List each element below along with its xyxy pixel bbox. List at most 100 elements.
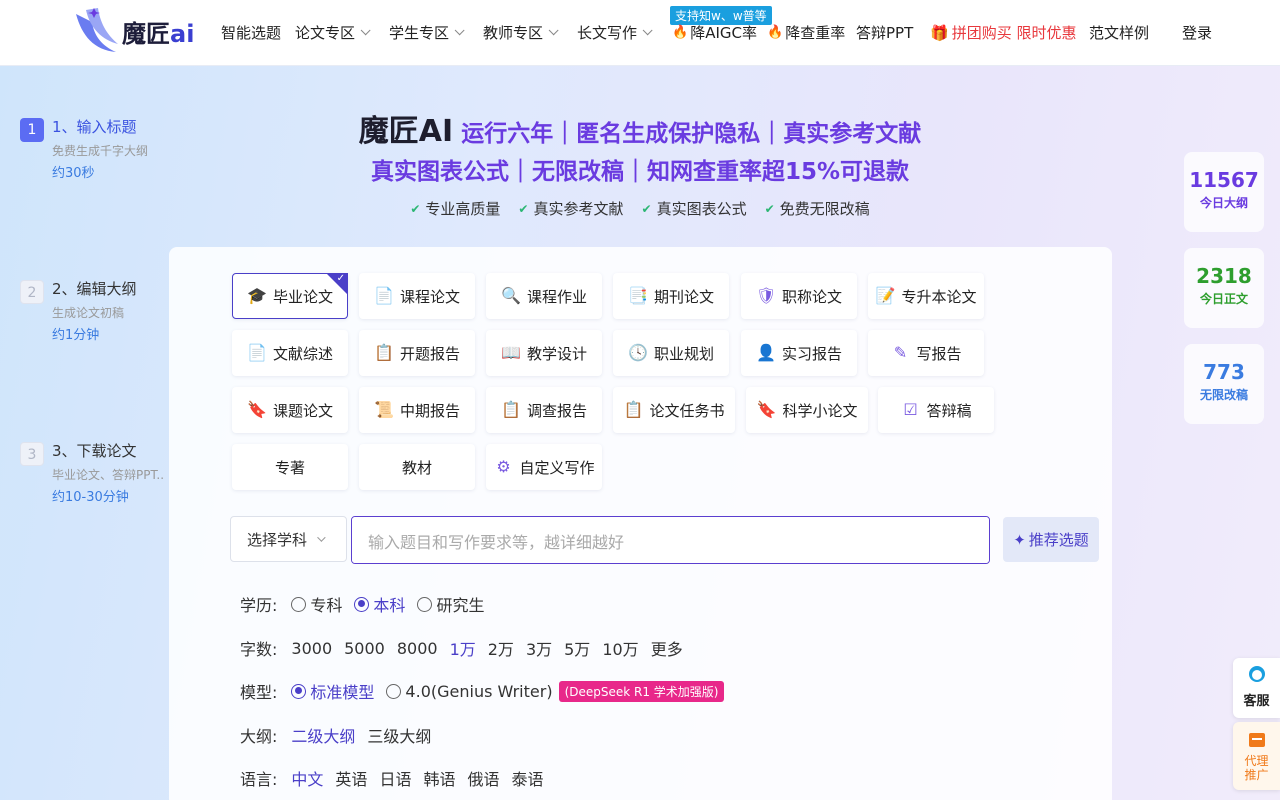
type-button[interactable]: 教材 xyxy=(359,444,475,490)
word-option[interactable]: 5000 xyxy=(344,639,385,658)
nav-reduce-dup[interactable]: 🔥 降查重率 xyxy=(767,22,845,43)
nav-ppt[interactable]: 答辩PPT xyxy=(856,22,913,43)
radio-bachelor[interactable]: 本科 xyxy=(354,592,405,616)
radio-label: 专科 xyxy=(310,596,343,615)
type-label: 自定义写作 xyxy=(519,458,595,477)
type-button[interactable]: 📝 专升本论文 xyxy=(868,273,984,319)
type-label: 期刊论文 xyxy=(653,287,714,306)
subject-select[interactable]: 选择学科 xyxy=(230,516,347,562)
topic-input[interactable] xyxy=(351,516,990,564)
radio-label: 4.0(Genius Writer) xyxy=(405,681,553,701)
write-icon: ✎ xyxy=(893,343,908,362)
nav-samples[interactable]: 范文样例 xyxy=(1089,22,1149,43)
type-button[interactable]: 🔍 课程作业 xyxy=(486,273,602,319)
feature-item: ✔ 真实图表公式 xyxy=(642,198,747,219)
bookmark-icon: 🔖 xyxy=(247,400,267,419)
language-option[interactable]: 俄语 xyxy=(467,766,499,790)
edit-doc-icon: 📝 xyxy=(875,286,896,305)
report-icon: 📋 xyxy=(501,400,521,419)
outline-option[interactable]: 三级大纲 xyxy=(367,723,431,747)
nav-student[interactable]: 学生专区 xyxy=(389,22,465,43)
radio-circle xyxy=(386,683,402,699)
radio-circle xyxy=(291,596,307,612)
type-button[interactable]: 📖 教学设计 xyxy=(486,330,602,376)
type-button[interactable]: 📑 期刊论文 xyxy=(613,273,729,319)
type-label: 写报告 xyxy=(916,344,962,363)
customer-service-label: 客服 xyxy=(1243,694,1270,709)
type-button[interactable]: 📄 课程论文 xyxy=(359,273,475,319)
words-row: 字数: 3000 5000 8000 1万 2万 3万 5万 10万 更多 xyxy=(240,636,695,660)
nav-reduce-aigc[interactable]: 🔥 降AIGC率 xyxy=(672,22,757,43)
nav-teacher[interactable]: 教师专区 xyxy=(483,22,559,43)
nav-label: 学生专区 xyxy=(389,24,450,42)
type-button[interactable]: 👤 实习报告 xyxy=(741,330,857,376)
stat-label: 今日正文 xyxy=(1199,292,1248,306)
magic-wand-icon: ✦ xyxy=(1013,530,1026,549)
flame-icon: 🔥 xyxy=(767,25,784,40)
word-option[interactable]: 8000 xyxy=(397,639,438,658)
word-option[interactable]: 3000 xyxy=(291,639,332,658)
chevron-down-icon xyxy=(317,533,326,542)
nav-thesis[interactable]: 论文专区 xyxy=(295,22,371,43)
type-button[interactable]: 🎓 毕业论文 ✓ xyxy=(232,273,348,319)
nav-label: 登录 xyxy=(1182,24,1213,42)
type-button[interactable]: ✎ 写报告 xyxy=(868,330,984,376)
type-button[interactable]: 📋 开题报告 xyxy=(359,330,475,376)
logo[interactable]: 魔匠ai xyxy=(72,6,194,56)
word-option[interactable]: 5万 xyxy=(564,636,590,660)
step-time: 约1分钟 xyxy=(52,328,100,343)
type-button[interactable]: 🔖 课题论文 xyxy=(232,387,348,433)
step-number: 2 xyxy=(20,280,44,304)
radio-junior-college[interactable]: 专科 xyxy=(291,592,342,616)
language-option[interactable]: 泰语 xyxy=(511,766,543,790)
language-option-selected[interactable]: 中文 xyxy=(291,766,323,790)
model-label: 模型: xyxy=(240,683,278,702)
type-button[interactable]: 🔖 科学小论文 xyxy=(746,387,868,433)
agent-promo-button[interactable]: 代理推广 xyxy=(1233,722,1280,790)
stat-number: 11567 xyxy=(1189,168,1259,192)
type-button[interactable]: ⚙ 自定义写作 xyxy=(486,444,602,490)
language-option[interactable]: 英语 xyxy=(335,766,367,790)
type-button[interactable]: ☑ 答辩稿 xyxy=(878,387,994,433)
type-button[interactable]: 📜 中期报告 xyxy=(359,387,475,433)
word-option-more[interactable]: 更多 xyxy=(651,636,683,660)
customer-service-button[interactable]: 客服 xyxy=(1233,658,1280,718)
nav-group-buy[interactable]: 🎁 拼团购买 限时优惠 xyxy=(930,22,1076,43)
radio-genius-writer[interactable]: 4.0(Genius Writer) xyxy=(386,681,553,701)
language-option[interactable]: 日语 xyxy=(379,766,411,790)
flame-icon: 🔥 xyxy=(672,25,689,40)
type-button[interactable]: 🛡 职称论文 xyxy=(741,273,857,319)
word-option[interactable]: 10万 xyxy=(602,636,638,660)
type-button[interactable]: 📄 文献综述 xyxy=(232,330,348,376)
type-label: 课程论文 xyxy=(399,287,460,306)
outline-row: 大纲: 二级大纲 三级大纲 xyxy=(240,723,443,747)
document-icon: 📄 xyxy=(374,286,394,305)
radio-standard-model[interactable]: 标准模型 xyxy=(291,679,374,703)
nav-login[interactable]: 登录 xyxy=(1182,22,1212,43)
chevron-down-icon xyxy=(454,25,465,36)
nav-long-writing[interactable]: 长文写作 xyxy=(577,22,653,43)
education-label: 学历: xyxy=(240,596,278,615)
nav-topic[interactable]: 智能选题 xyxy=(221,22,281,43)
outline-option-selected[interactable]: 二级大纲 xyxy=(291,723,355,747)
type-label: 科学小论文 xyxy=(782,401,858,420)
word-option[interactable]: 2万 xyxy=(488,636,514,660)
step-subtitle: 生成论文初稿 xyxy=(52,306,125,320)
type-button[interactable]: 📋 论文任务书 xyxy=(613,387,735,433)
language-option[interactable]: 韩语 xyxy=(423,766,455,790)
type-button[interactable]: 📋 调查报告 xyxy=(486,387,602,433)
word-option[interactable]: 3万 xyxy=(526,636,552,660)
radio-label: 本科 xyxy=(373,596,406,615)
stat-label: 今日大纲 xyxy=(1199,196,1248,210)
type-button[interactable]: 🕓 职业规划 xyxy=(613,330,729,376)
radio-graduate[interactable]: 研究生 xyxy=(417,592,484,616)
type-label: 文献综述 xyxy=(272,344,333,363)
word-option-selected[interactable]: 1万 xyxy=(450,636,476,660)
type-button[interactable]: 专著 xyxy=(232,444,348,490)
recommend-topic-button[interactable]: ✦ 推荐选题 xyxy=(1003,517,1099,562)
nav-label: 论文专区 xyxy=(295,24,356,42)
nav-label: 答辩PPT xyxy=(856,24,914,42)
check-icon: ✔ xyxy=(410,201,421,216)
feature-list: ✔ 专业高质量 ✔ 真实参考文献 ✔ 真实图表公式 ✔ 免费无限改稿 xyxy=(0,198,1280,219)
step-time: 约10-30分钟 xyxy=(52,490,129,505)
